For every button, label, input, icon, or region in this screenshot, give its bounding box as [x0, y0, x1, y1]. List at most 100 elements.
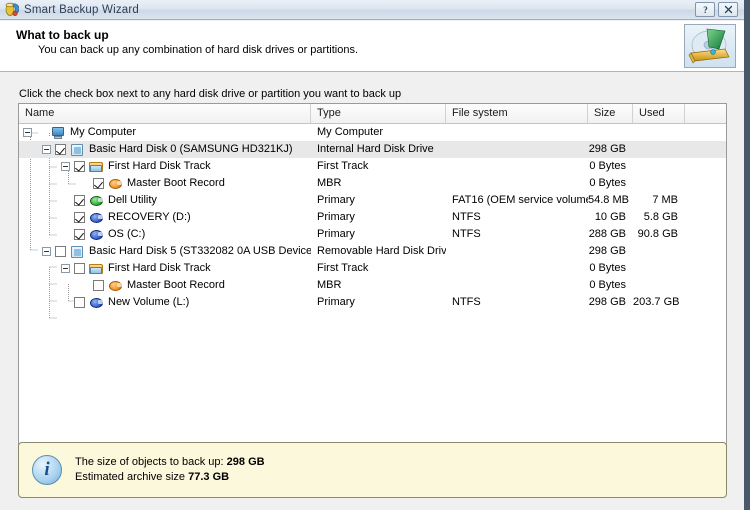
cell-filesystem: NTFS	[452, 211, 481, 223]
cell-used: 203.7 GB	[633, 296, 680, 308]
cell-name: Basic Hard Disk 0 (SAMSUNG HD321KJ)	[19, 141, 311, 158]
cell-used	[633, 124, 685, 141]
cell-type: My Computer	[317, 126, 384, 138]
row-checkbox[interactable]	[74, 161, 85, 172]
tree-expander-spacer	[61, 192, 74, 209]
row-label: OS (C:)	[108, 228, 146, 240]
row-label: Basic Hard Disk 5 (ST332082 0A USB Devic…	[89, 245, 311, 257]
row-checkbox[interactable]	[74, 212, 85, 223]
cell-used: 5.8 GB	[643, 211, 678, 223]
row-label: Dell Utility	[108, 194, 157, 206]
table-row[interactable]: RECOVERY (D:) Primary NTFS 10 GB 5.8 GB	[19, 209, 726, 226]
cell-size: 10 GB	[594, 211, 626, 223]
cell-type: First Track	[317, 262, 369, 274]
title-bar-buttons: ?	[695, 2, 744, 17]
table-row[interactable]: Master Boot Record MBR 0 Bytes	[19, 277, 726, 294]
table-row[interactable]: Master Boot Record MBR 0 Bytes	[19, 175, 726, 192]
column-header-name[interactable]: Name	[19, 104, 311, 123]
collapse-icon[interactable]	[61, 162, 70, 171]
column-header-size[interactable]: Size	[588, 104, 633, 123]
cell-type: Primary	[317, 194, 355, 206]
table-row[interactable]: New Volume (L:) Primary NTFS 298 GB 203.7 GB	[19, 294, 726, 311]
cell-filesystem	[446, 141, 588, 158]
cell-type: Removable Hard Disk Drive	[317, 245, 446, 257]
cell-size: 298 GB	[588, 143, 626, 155]
cell-type: Primary	[317, 228, 355, 240]
folder-icon	[89, 262, 104, 276]
row-checkbox[interactable]	[55, 246, 66, 257]
row-checkbox[interactable]	[93, 178, 104, 189]
backup-size-label: The size of objects to back up:	[75, 456, 224, 468]
cell-size: 0 Bytes	[589, 262, 626, 274]
summary-text: The size of objects to back up: 298 GB E…	[75, 455, 265, 485]
partition-icon	[89, 228, 104, 242]
window-title: Smart Backup Wizard	[24, 3, 139, 16]
row-checkbox[interactable]	[74, 297, 85, 308]
table-row[interactable]: Basic Hard Disk 5 (ST332082 0A USB Devic…	[19, 243, 726, 260]
cell-filesystem	[446, 175, 588, 192]
cell-name: Basic Hard Disk 5 (ST332082 0A USB Devic…	[19, 243, 311, 260]
column-header-used[interactable]: Used	[633, 104, 685, 123]
help-button[interactable]: ?	[695, 2, 715, 17]
collapse-icon[interactable]	[23, 128, 32, 137]
disk-tree-listbox[interactable]: Name Type File system Size Used My Compu…	[18, 103, 727, 468]
cell-used	[633, 141, 685, 158]
cell-name: Master Boot Record	[19, 277, 311, 294]
cell-used	[633, 175, 685, 192]
cell-filesystem: NTFS	[452, 296, 481, 308]
table-header: Name Type File system Size Used	[19, 104, 726, 124]
partition-icon	[89, 296, 104, 310]
cell-used	[633, 277, 685, 294]
column-header-filesystem[interactable]: File system	[446, 104, 588, 123]
backup-size-value: 298 GB	[226, 456, 265, 468]
backup-size-line: The size of objects to back up: 298 GB	[75, 455, 265, 470]
archive-size-value: 77.3 GB	[188, 471, 230, 483]
cell-size: 298 GB	[588, 245, 626, 257]
cell-name: First Hard Disk Track	[19, 260, 311, 277]
cell-type: MBR	[317, 279, 342, 291]
disk-image-illustration	[684, 24, 736, 68]
table-row[interactable]: Dell Utility Primary FAT16 (OEM service vo…	[19, 192, 726, 209]
row-checkbox[interactable]	[74, 229, 85, 240]
table-row[interactable]: First Hard Disk Track First Track 0 Bytes	[19, 260, 726, 277]
table-row[interactable]: OS (C:) Primary NTFS 288 GB 90.8 GB	[19, 226, 726, 243]
archive-size-label: Estimated archive size	[75, 471, 186, 483]
cell-size: 288 GB	[588, 228, 626, 240]
row-label: Master Boot Record	[127, 279, 225, 291]
table-row[interactable]: My Computer My Computer	[19, 124, 726, 141]
row-checkbox[interactable]	[74, 263, 85, 274]
hard-disk-icon	[70, 245, 85, 259]
row-checkbox[interactable]	[93, 280, 104, 291]
collapse-icon[interactable]	[42, 145, 51, 154]
row-label: Basic Hard Disk 0 (SAMSUNG HD321KJ)	[89, 143, 293, 155]
row-checkbox[interactable]	[74, 195, 85, 206]
collapse-icon[interactable]	[42, 247, 51, 256]
column-header-spacer[interactable]	[685, 104, 726, 123]
cell-type: First Track	[317, 160, 369, 172]
table-row[interactable]: First Hard Disk Track First Track 0 Bytes	[19, 158, 726, 175]
table-row[interactable]: Basic Hard Disk 0 (SAMSUNG HD321KJ) Inter…	[19, 141, 726, 158]
cell-name: OS (C:)	[19, 226, 311, 243]
cell-size: 0 Bytes	[589, 160, 626, 172]
wizard-banner: What to back up You can back up any comb…	[0, 21, 744, 72]
cell-size: 0 Bytes	[589, 279, 626, 291]
page-subtitle: You can back up any combination of hard …	[38, 44, 358, 56]
column-header-type[interactable]: Type	[311, 104, 446, 123]
collapse-icon[interactable]	[61, 264, 70, 273]
cell-size: 298 GB	[588, 296, 626, 308]
cell-type: MBR	[317, 177, 342, 189]
hard-disk-icon	[70, 143, 85, 157]
table-body: My Computer My Computer Basic Hard Disk 0 …	[19, 124, 726, 319]
svg-text:?: ?	[703, 5, 708, 15]
close-button[interactable]	[718, 2, 738, 17]
row-checkbox[interactable]	[55, 144, 66, 155]
